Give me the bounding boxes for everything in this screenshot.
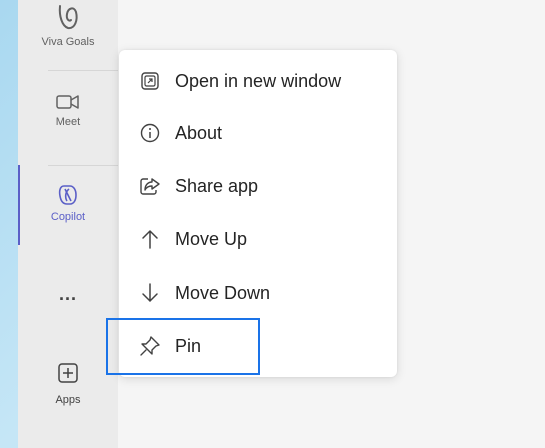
menu-item-label: Open in new window [175,70,342,91]
video-camera-icon [55,92,81,112]
arrow-up-icon [139,228,161,250]
viva-goals-icon [56,2,80,32]
rail-item-label: Viva Goals [41,36,95,48]
menu-item-label: Move Down [175,282,271,303]
rail-divider [48,165,118,166]
rail-item-meet[interactable]: Meet [18,92,118,128]
open-new-window-icon [139,70,161,92]
rail-item-apps[interactable]: Apps [18,362,118,406]
active-indicator [18,165,20,245]
rail-item-label: Apps [55,394,81,406]
rail-divider [48,70,118,71]
menu-item-open-in-new-window[interactable]: Open in new window [119,55,397,107]
rail-item-viva-goals[interactable]: Viva Goals [18,2,118,48]
rail-item-label: Meet [55,116,81,128]
menu-item-label: About [175,122,223,143]
menu-item-move-up[interactable]: Move Up [119,213,397,265]
arrow-down-icon [139,282,161,304]
app-rail: Viva Goals Meet Copilot ... Apps [18,0,118,448]
pin-highlight-box [106,318,260,375]
more-icon: ... [58,284,77,304]
info-icon [139,122,161,144]
add-apps-icon [57,362,79,384]
share-icon [139,175,161,197]
menu-item-label: Share app [175,175,259,196]
menu-item-share-app[interactable]: Share app [119,160,397,212]
rail-item-more[interactable]: ... [18,284,118,305]
menu-item-label: Move Up [175,228,248,249]
copilot-icon [56,183,80,207]
rail-item-label: Copilot [50,211,86,223]
rail-item-copilot[interactable]: Copilot [18,183,118,223]
menu-item-move-down[interactable]: Move Down [119,267,397,319]
menu-item-about[interactable]: About [119,107,397,159]
